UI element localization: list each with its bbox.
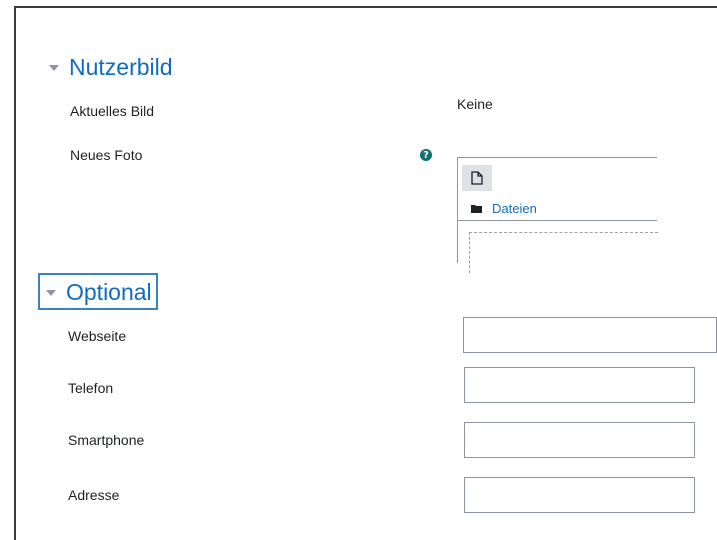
caret-down-icon (46, 289, 56, 296)
aktuelles-bild-value: Keine (457, 96, 493, 112)
question-circle-icon[interactable]: ? (420, 149, 432, 161)
neues-foto-label: Neues Foto (70, 147, 143, 163)
folder-icon (471, 205, 482, 213)
page-frame-left (14, 6, 16, 540)
filepicker-border-top (457, 157, 657, 158)
adresse-label: Adresse (68, 487, 120, 503)
section-title-optional: Optional (66, 279, 152, 305)
section-toggle-nutzerbild[interactable]: Nutzerbild (49, 54, 173, 81)
file-icon (471, 171, 483, 185)
section-toggle-optional[interactable]: Optional (38, 273, 158, 310)
folder-row[interactable]: Dateien (471, 201, 537, 216)
filepicker-border-left (457, 157, 458, 263)
telefon-input[interactable] (464, 367, 695, 403)
folder-link-dateien[interactable]: Dateien (492, 201, 537, 216)
smartphone-input[interactable] (464, 422, 695, 458)
filepicker: Dateien (457, 157, 658, 273)
webseite-label: Webseite (68, 328, 127, 344)
aktuelles-bild-label: Aktuelles Bild (70, 103, 155, 119)
adresse-input[interactable] (464, 477, 695, 513)
smartphone-label: Smartphone (68, 432, 145, 448)
section-title-nutzerbild: Nutzerbild (69, 54, 173, 80)
caret-down-icon (49, 64, 59, 71)
webseite-input[interactable] (463, 317, 717, 353)
filepicker-separator (457, 220, 657, 221)
add-file-button[interactable] (462, 165, 492, 191)
file-drop-zone[interactable] (469, 232, 658, 273)
page-frame-top (14, 6, 717, 8)
telefon-label: Telefon (68, 380, 114, 396)
